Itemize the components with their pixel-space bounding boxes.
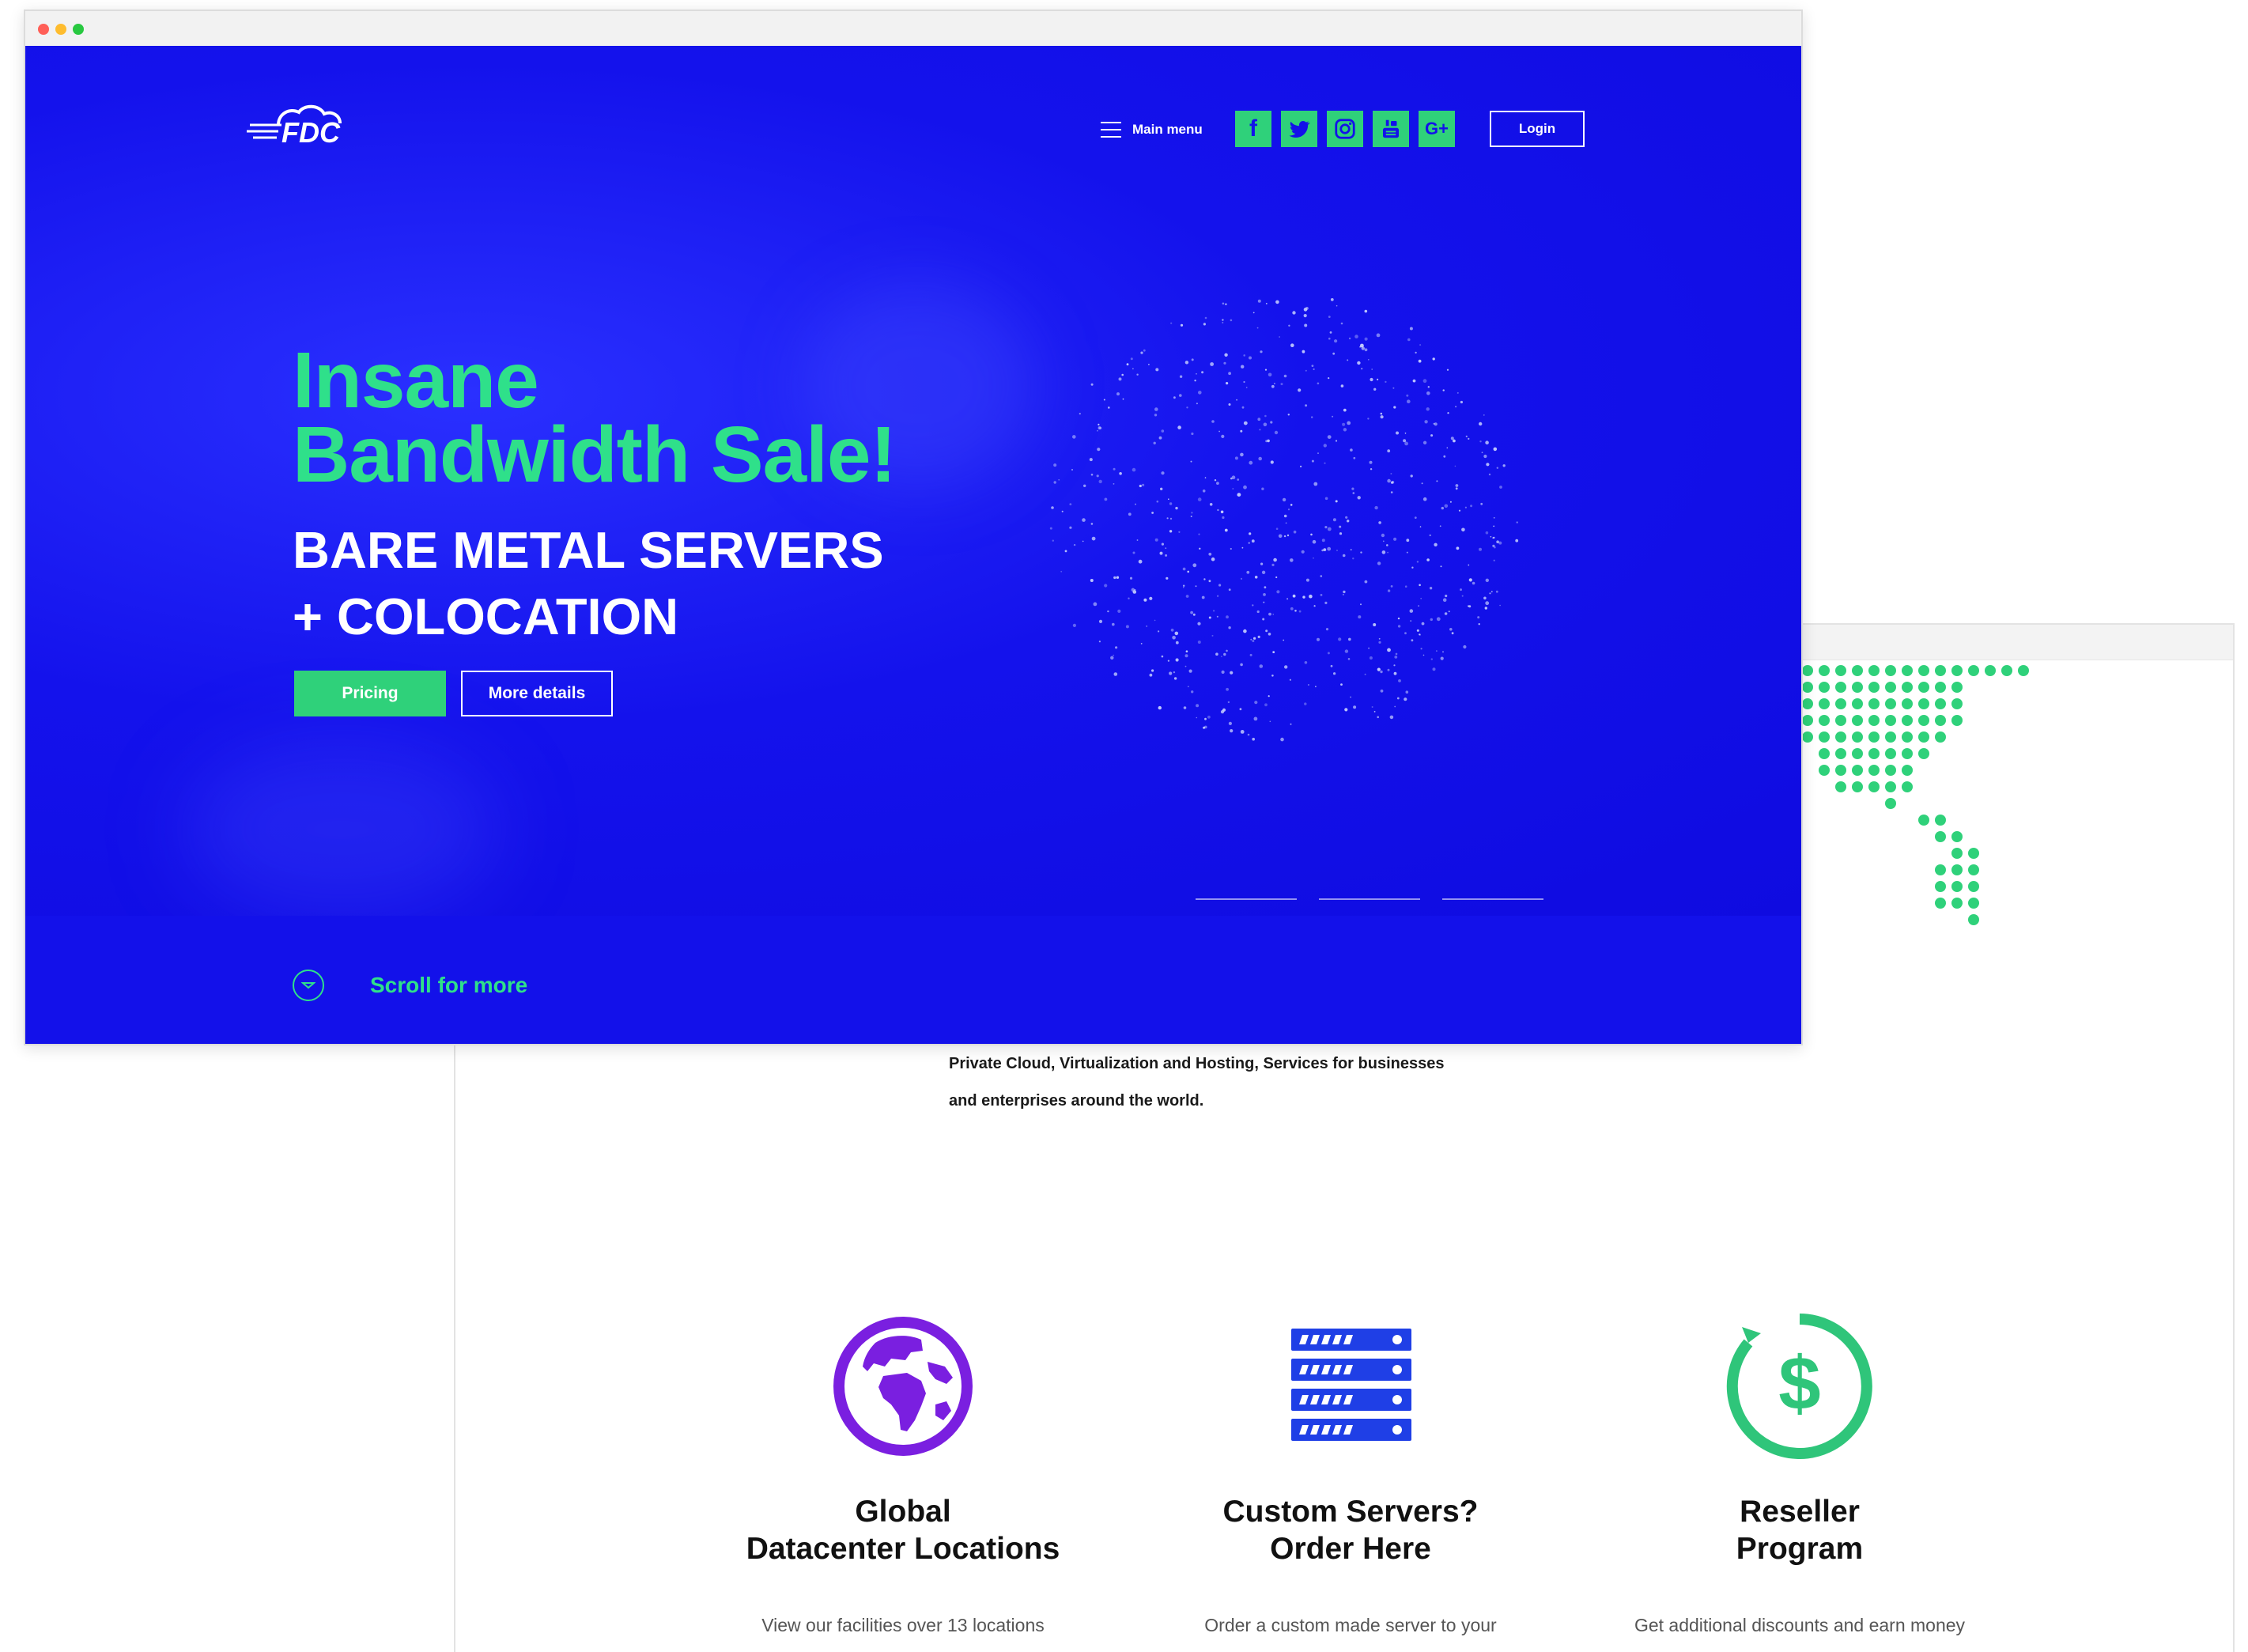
hero-title-line-2: Bandwidth Sale!: [293, 410, 897, 499]
twitter-glyph: [1289, 121, 1310, 138]
feature-title: Global Datacenter Locations: [697, 1493, 1109, 1567]
scroll-label: Scroll for more: [370, 973, 528, 997]
hero-subtitle: BARE METAL SERVERS + COLOCATION: [293, 517, 884, 650]
more-details-button[interactable]: More details: [461, 671, 613, 716]
hero-title: Insane Bandwidth Sale!: [293, 336, 897, 499]
feature-title: Custom Servers? Order Here: [1145, 1493, 1556, 1567]
pricing-button[interactable]: Pricing: [294, 671, 446, 716]
main-menu-button[interactable]: Main menu: [1101, 117, 1203, 142]
facebook-icon[interactable]: f: [1235, 111, 1271, 147]
dollar-icon: $: [1726, 1314, 1872, 1459]
window-close-dot[interactable]: [38, 24, 49, 35]
globe-icon: [833, 1317, 973, 1456]
instagram-glyph: [1335, 119, 1355, 139]
main-menu-label: Main menu: [1132, 122, 1203, 137]
chevron-down-icon: [293, 970, 324, 1001]
svg-text:FDC: FDC: [281, 116, 341, 147]
feature-description: View our facilities over 13 locations: [761, 1615, 1045, 1635]
hero-title-line-1: Insane: [293, 336, 539, 425]
window-minimize-dot[interactable]: [55, 24, 66, 35]
hero-subtitle-line-1: BARE METAL SERVERS: [293, 521, 884, 579]
dotted-globe-graphic: [1049, 298, 1519, 742]
google-plus-icon[interactable]: G+: [1419, 111, 1455, 147]
youtube-glyph: [1383, 119, 1399, 138]
facebook-glyph: f: [1249, 115, 1257, 142]
intro-line-1: Private Cloud, Virtualization and Hostin…: [949, 1055, 1445, 1072]
intro-line-2: and enterprises around the world.: [949, 1092, 1204, 1110]
intro-text: Private Cloud, Virtualization and Hostin…: [949, 1045, 1502, 1120]
feature-title-line-2: Order Here: [1270, 1532, 1431, 1566]
login-button[interactable]: Login: [1490, 111, 1585, 147]
hamburger-icon: [1101, 122, 1121, 138]
hero-glow: [183, 742, 500, 916]
slide-indicator[interactable]: [1442, 898, 1543, 900]
feature-title-line-1: Custom Servers?: [1222, 1495, 1479, 1529]
slide-indicator[interactable]: [1196, 898, 1297, 900]
svg-text:$: $: [1778, 1341, 1820, 1426]
feature-title-line-2: Program: [1736, 1532, 1864, 1566]
slider-indicators: [1196, 898, 1543, 900]
front-page-window: FDC Main menu f G+ Login Insane Bandwidt…: [24, 9, 1803, 1045]
feature-title: Reseller Program: [1594, 1493, 2005, 1567]
feature-title-line-1: Reseller: [1740, 1495, 1860, 1529]
scroll-for-more[interactable]: Scroll for more: [293, 970, 527, 1001]
google-plus-glyph: G+: [1425, 119, 1449, 138]
window-titlebar: [25, 11, 1801, 47]
slide-indicator[interactable]: [1319, 898, 1420, 900]
social-links: f G+: [1235, 111, 1455, 147]
feature-title-line-1: Global: [855, 1495, 951, 1529]
instagram-icon[interactable]: [1327, 111, 1363, 147]
dotted-map-graphic: [1802, 665, 2029, 925]
feature-custom-servers[interactable]: Custom Servers? Order Here Order a custo…: [1145, 1311, 1556, 1636]
feature-description: Get additional discounts and earn money: [1634, 1615, 1966, 1635]
feature-datacenters[interactable]: Global Datacenter Locations View our fac…: [697, 1311, 1109, 1636]
hero-footer-band: [25, 916, 1801, 1044]
youtube-icon[interactable]: [1373, 111, 1409, 147]
server-stack-icon: [1291, 1329, 1411, 1441]
window-maximize-dot[interactable]: [73, 24, 84, 35]
fdc-logo[interactable]: FDC: [247, 101, 381, 147]
feature-description: Order a custom made server to your: [1204, 1615, 1497, 1635]
hero-subtitle-line-2: + COLOCATION: [293, 588, 679, 645]
twitter-icon[interactable]: [1281, 111, 1317, 147]
feature-title-line-2: Datacenter Locations: [746, 1532, 1060, 1566]
feature-reseller[interactable]: $ Reseller Program Get additional discou…: [1594, 1311, 2005, 1636]
